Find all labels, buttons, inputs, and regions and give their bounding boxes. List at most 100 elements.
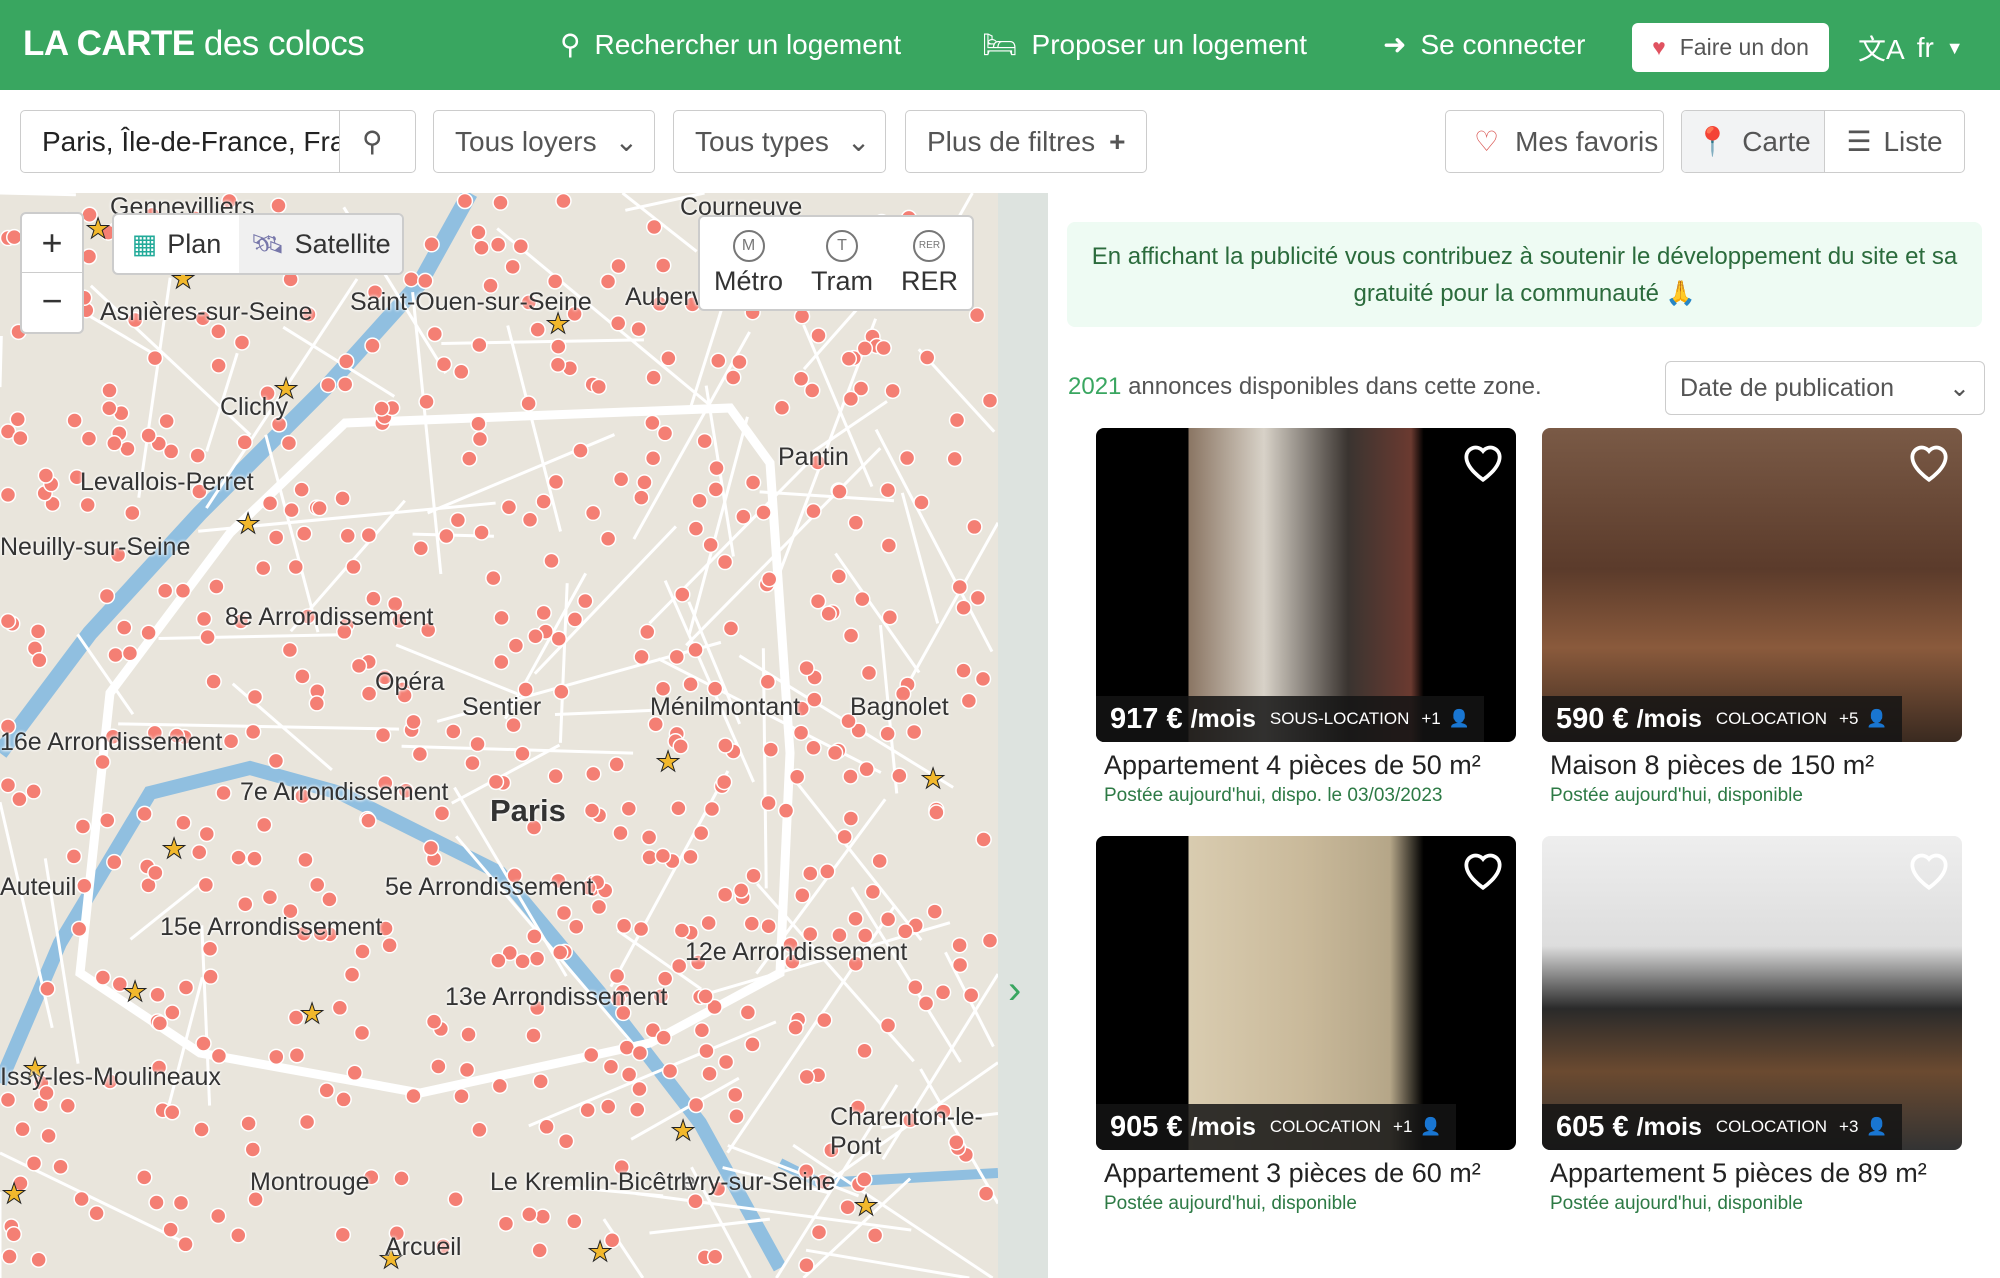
listing-title[interactable]: Appartement 5 pièces de 89 m² xyxy=(1542,1158,1962,1189)
listing-card[interactable]: 605 €/mois COLOCATION +3 👤 Appartement 5 pi… xyxy=(1542,836,1962,1215)
street xyxy=(759,490,895,503)
listing-marker xyxy=(700,914,717,932)
listing-marker xyxy=(268,1048,285,1066)
listing-marker xyxy=(760,917,777,935)
listing-title[interactable]: Appartement 3 pièces de 60 m² xyxy=(1096,1158,1516,1189)
listing-marker xyxy=(547,473,565,491)
rer-toggle[interactable]: RER RER xyxy=(901,229,958,297)
top-navbar: LA CARTE des colocs ⚲ Rechercher un logem… xyxy=(0,0,2000,90)
list-view-button[interactable]: ☰ Liste xyxy=(1825,111,1964,172)
listing-marker xyxy=(968,306,986,324)
map-place-label: Le Kremlin-Bicêtre xyxy=(490,1168,696,1196)
satellite-layer-button[interactable]: 🛰 Satellite xyxy=(239,215,402,273)
type-filter-label: Tous types xyxy=(695,125,829,157)
listing-marker xyxy=(727,1086,744,1104)
listing-marker xyxy=(631,1080,648,1098)
favorite-heart-icon[interactable] xyxy=(1458,844,1508,894)
listing-marker xyxy=(881,609,899,626)
street xyxy=(850,886,962,1063)
bed-icon: 🛏 xyxy=(982,29,1018,60)
listing-marker xyxy=(489,236,507,253)
zoom-in-button[interactable]: + xyxy=(22,214,82,273)
listing-marker xyxy=(174,582,192,600)
listing-photo[interactable]: 605 €/mois COLOCATION +3 👤 xyxy=(1542,836,1962,1150)
listing-marker xyxy=(535,493,552,510)
listing-card[interactable]: 917 €/mois SOUS-LOCATION +1 👤 Appartement 4… xyxy=(1096,428,1516,807)
listing-marker xyxy=(884,382,901,400)
favorites-button[interactable]: ♡ Mes favoris xyxy=(1445,110,1664,173)
listing-marker xyxy=(842,390,860,408)
listing-card[interactable]: 905 €/mois COLOCATION +1 👤 Appartement 3 pi… xyxy=(1096,836,1516,1215)
listing-marker xyxy=(418,393,435,411)
listing-marker xyxy=(246,850,263,867)
listing-type: COLOCATION xyxy=(1715,1117,1828,1136)
listing-marker xyxy=(360,812,377,829)
listing-title[interactable]: Maison 8 pièces de 150 m² xyxy=(1542,750,1962,781)
more-filters-button[interactable]: Plus de filtres + xyxy=(905,110,1147,173)
zoom-out-button[interactable]: − xyxy=(22,273,82,332)
map-collapse-strip[interactable]: › xyxy=(998,193,1048,1278)
map-view-button[interactable]: 📍 Carte xyxy=(1682,111,1824,172)
map-place-label: Asnières-sur-Seine xyxy=(100,298,313,326)
type-filter[interactable]: Tous types ⌄ xyxy=(673,110,886,173)
listing-marker xyxy=(438,527,455,545)
listing-marker xyxy=(0,486,17,504)
map-icon: ▦ xyxy=(131,228,158,259)
listing-marker xyxy=(728,1107,745,1125)
listing-marker xyxy=(644,414,661,432)
listing-marker xyxy=(810,327,827,344)
listing-marker xyxy=(599,273,617,290)
listing-marker xyxy=(175,814,192,831)
metro-toggle[interactable]: M Métro xyxy=(714,229,783,297)
listing-marker xyxy=(445,723,462,740)
listing-marker xyxy=(693,1022,711,1039)
caret-down-icon: ▼ xyxy=(1945,37,1964,58)
listing-photo[interactable]: 905 €/mois COLOCATION +1 👤 xyxy=(1096,836,1516,1150)
nav-propose[interactable]: 🛏 Proposer un logement xyxy=(982,28,1307,61)
logo[interactable]: LA CARTE des colocs xyxy=(23,24,365,64)
listing-marker xyxy=(798,1257,815,1274)
chevron-right-icon[interactable]: › xyxy=(1008,968,1021,1013)
nav-login[interactable]: ➜ Se connecter xyxy=(1383,28,1585,61)
price-period: /mois xyxy=(1190,1112,1256,1141)
logo-bold: LA CARTE xyxy=(23,24,195,63)
nav-search[interactable]: ⚲ Rechercher un logement xyxy=(560,28,901,61)
search-icon[interactable]: ⚲ xyxy=(340,125,383,158)
listing-marker xyxy=(732,882,750,899)
listing-marker xyxy=(25,783,42,800)
price: 917 € xyxy=(1110,702,1183,735)
listing-title[interactable]: Appartement 4 pièces de 50 m² xyxy=(1096,750,1516,781)
language-select[interactable]: 文A fr ▼ xyxy=(1858,28,1964,68)
price-tag: 605 €/mois COLOCATION +3 👤 xyxy=(1542,1104,1902,1150)
listing-card[interactable]: 590 €/mois COLOCATION +5 👤 Maison 8 pièces … xyxy=(1542,428,1962,807)
listing-marker xyxy=(535,604,552,622)
results-count-number: 2021 xyxy=(1068,373,1122,400)
favorite-heart-icon[interactable] xyxy=(1904,436,1954,486)
sort-select[interactable]: Date de publication ⌄ xyxy=(1665,361,1985,415)
rent-filter[interactable]: Tous loyers ⌄ xyxy=(433,110,655,173)
map[interactable]: ★ ★ ★ ★ ★ ★ ★ ★ ★ ★ ★ ★ ★ ★ ★ ★ Gennevilliers Courneuve A… xyxy=(0,193,998,1278)
price: 605 € xyxy=(1556,1110,1629,1143)
list-icon: ☰ xyxy=(1846,126,1872,157)
listing-photo[interactable]: 917 €/mois SOUS-LOCATION +1 👤 xyxy=(1096,428,1516,742)
map-place-label: Sentier xyxy=(462,693,542,721)
tram-toggle[interactable]: T Tram xyxy=(811,229,873,297)
listing-marker xyxy=(350,657,368,675)
listing-marker xyxy=(107,646,124,664)
roommate-count: +1 xyxy=(1393,1117,1413,1136)
street xyxy=(834,552,921,674)
donate-button[interactable]: ♥ Faire un don xyxy=(1632,23,1829,72)
listing-marker xyxy=(162,1221,179,1238)
favorite-heart-icon[interactable] xyxy=(1904,844,1954,894)
listing-marker xyxy=(267,529,285,546)
donate-label: Faire un don xyxy=(1679,34,1809,60)
listing-photo[interactable]: 590 €/mois COLOCATION +5 👤 xyxy=(1542,428,1962,742)
favorite-heart-icon[interactable] xyxy=(1458,436,1508,486)
listing-marker xyxy=(568,918,585,935)
plan-layer-button[interactable]: ▦ Plan xyxy=(114,215,239,273)
listing-marker xyxy=(331,999,349,1017)
listing-marker xyxy=(233,334,251,351)
listing-marker xyxy=(151,1014,169,1032)
location-input[interactable]: Paris, Île-de-France, Frar xyxy=(21,126,339,158)
listing-marker xyxy=(230,849,247,866)
